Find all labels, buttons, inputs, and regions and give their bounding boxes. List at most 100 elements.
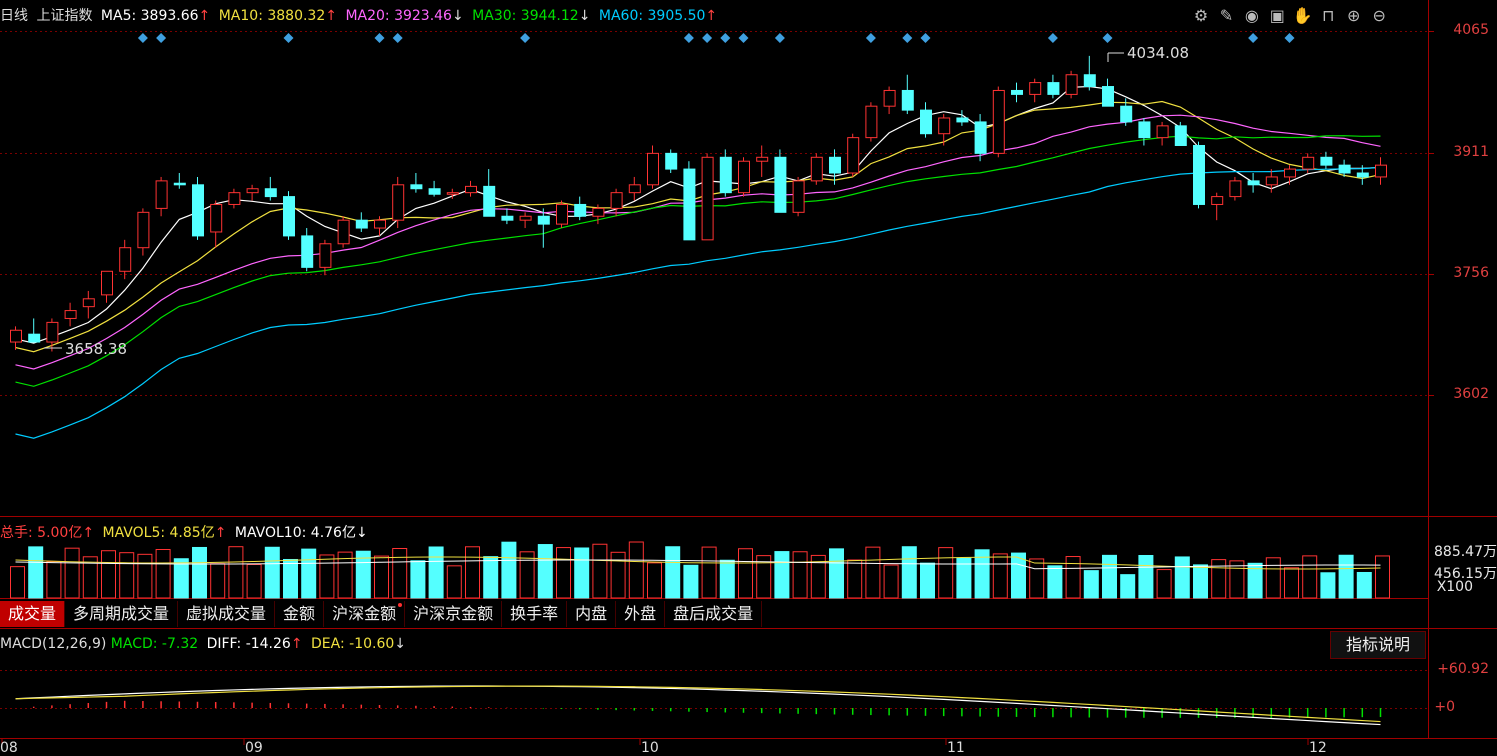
candle-body — [974, 121, 987, 154]
volume-bar — [101, 550, 116, 599]
candle-body — [592, 207, 605, 217]
volume-bar — [264, 546, 280, 599]
volume-bar — [628, 541, 644, 599]
candle-body — [956, 117, 969, 123]
tab-4[interactable]: 沪深金额 — [324, 601, 406, 627]
volume-bar — [1120, 574, 1136, 599]
candle-body — [119, 247, 132, 272]
candle-body — [1083, 74, 1096, 88]
macd-axis-zero: +0 — [1434, 699, 1455, 715]
candle-body — [519, 215, 532, 221]
tab-dot — [398, 603, 403, 607]
macd-legend: MACD(12,26,9) MACD: -7.32 DIFF: -14.26↑ … — [0, 635, 410, 653]
volume-bar — [319, 554, 335, 599]
candle-body — [810, 156, 823, 182]
candle-body — [337, 219, 350, 245]
volume-bar — [446, 565, 462, 599]
tab-1[interactable]: 多周期成交量 — [65, 601, 179, 627]
signal-diamond-icon — [702, 33, 713, 43]
volume-bar — [1156, 569, 1172, 599]
date-label-nov: 11 — [947, 740, 965, 756]
date-label-aug: 08 — [0, 740, 18, 756]
candle-body — [1211, 196, 1224, 205]
volume-bar — [428, 546, 444, 599]
candle-body — [374, 219, 386, 229]
candle-body — [574, 203, 587, 217]
candle-body — [1193, 144, 1205, 205]
signal-diamond-icon — [1102, 33, 1113, 43]
candle-body — [46, 321, 59, 343]
tab-3[interactable]: 金额 — [275, 601, 325, 627]
candle-body — [10, 329, 22, 343]
volume-bar — [1138, 554, 1154, 599]
svg-text:4034.08: 4034.08 — [1127, 44, 1189, 62]
indicator-help-button[interactable]: 指标说明 — [1330, 631, 1426, 659]
candle-body — [792, 180, 805, 213]
tab-5[interactable]: 沪深京金额 — [405, 601, 503, 627]
candle-body — [938, 117, 951, 135]
candle-body — [901, 89, 914, 111]
candle-body — [1302, 156, 1315, 170]
candle-body — [355, 219, 368, 229]
tab-2[interactable]: 虚拟成交量 — [178, 601, 276, 627]
candle-body — [920, 109, 932, 135]
candle-body — [64, 310, 77, 319]
macd-title[interactable]: MACD(12,26,9) — [0, 636, 106, 652]
signal-diamond-icon — [774, 33, 785, 43]
volume-bar — [10, 566, 25, 599]
candle-body — [283, 196, 295, 237]
candle-body — [301, 235, 314, 268]
indicator-tabs: 成交量 多周期成交量 虚拟成交量 金额 沪深金额 沪深京金额 换手率 内盘 外盘 盘后成交量 — [0, 601, 763, 627]
volume-bar — [392, 548, 408, 599]
volume-bar — [847, 559, 863, 599]
tab-8[interactable]: 外盘 — [616, 601, 666, 627]
signal-markers — [137, 33, 1295, 43]
candle-body — [1029, 82, 1042, 95]
candle-body — [537, 215, 550, 225]
volume-bar — [683, 564, 699, 599]
candle-body — [1047, 82, 1060, 95]
volume-bar — [920, 562, 935, 599]
candle-body — [1265, 176, 1278, 186]
candle-body — [847, 137, 860, 174]
tab-6[interactable]: 换手率 — [502, 601, 568, 627]
mavol10-value: MAVOL10: 4.76亿↓ — [234, 525, 368, 541]
high-annotation: 4034.08 — [1107, 44, 1189, 62]
tab-0[interactable]: 成交量 — [0, 601, 66, 627]
tab-7[interactable]: 内盘 — [567, 601, 617, 627]
volume-bar — [1356, 571, 1372, 599]
volume-bar — [28, 546, 44, 599]
candle-body — [1011, 89, 1023, 95]
volume-bar — [829, 548, 844, 599]
volume-bar — [64, 547, 80, 599]
volume-bar — [46, 561, 62, 599]
dea-value: DEA: -10.60↓ — [311, 636, 407, 652]
volume-bar — [665, 546, 681, 599]
signal-diamond-icon — [156, 33, 167, 43]
candle-body — [865, 105, 878, 139]
price-label-4: 3602 — [1453, 386, 1489, 402]
candle-body — [1375, 164, 1387, 178]
signal-diamond-icon — [683, 33, 694, 43]
candle-body — [1102, 86, 1114, 107]
candle-body — [738, 160, 750, 194]
candle-body — [1356, 172, 1369, 178]
tab-9[interactable]: 盘后成交量 — [665, 601, 763, 627]
volume-bar — [283, 558, 298, 599]
volume-bar — [192, 546, 207, 599]
candle-body — [1120, 105, 1133, 123]
candle-body — [756, 156, 769, 162]
candle-body — [701, 156, 714, 241]
volume-bar — [774, 551, 790, 599]
candle-body — [210, 203, 223, 233]
mavol5-value: MAVOL5: 4.85亿↑ — [102, 525, 227, 541]
volume-bar — [1338, 554, 1354, 599]
volume-axis-top: 885.47万 — [1434, 544, 1497, 560]
candle-body — [246, 188, 259, 194]
volume-bar — [647, 562, 662, 599]
volume-bar — [938, 547, 954, 599]
volume-bar — [173, 558, 189, 599]
volume-bar — [574, 547, 590, 599]
volume-bar — [738, 548, 753, 599]
chart-frame — [0, 0, 1497, 739]
